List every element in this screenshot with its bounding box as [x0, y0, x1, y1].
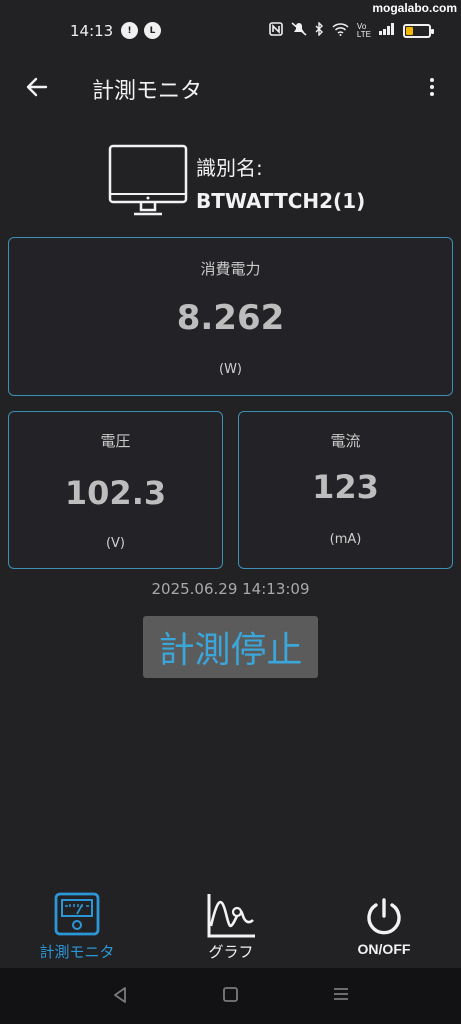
power-icon [367, 898, 401, 935]
watermark: mogalabo.com [372, 1, 457, 15]
monitor-icon [108, 144, 188, 216]
current-card: 電流 123 (mA) [238, 411, 453, 569]
current-value: 123 [312, 468, 379, 506]
nav-graph[interactable]: グラフ [166, 884, 296, 968]
voltage-unit: (V) [105, 536, 126, 551]
nav-monitor[interactable]: 計測モニタ [12, 884, 142, 968]
wifi-icon [332, 22, 349, 40]
power-value: 8.262 [176, 298, 285, 338]
signal-icon [379, 23, 395, 39]
nav-monitor-label: 計測モニタ [39, 943, 115, 961]
status-time: 14:13 [70, 22, 114, 40]
page-title: 計測モニタ [92, 79, 203, 104]
nav-onoff[interactable]: ON/OFF [319, 884, 449, 968]
current-unit: (mA) [329, 532, 362, 547]
current-label: 電流 [330, 432, 361, 450]
back-button[interactable] [20, 70, 54, 104]
line-icon: L [144, 22, 161, 39]
voltage-label: 電圧 [100, 432, 131, 450]
voltage-card: 電圧 102.3 (V) [8, 411, 223, 569]
nav-onoff-label: ON/OFF [357, 941, 411, 957]
volte-icon: Vo LTE [356, 22, 371, 39]
power-label: 消費電力 [200, 260, 261, 278]
bluetooth-icon [315, 21, 324, 40]
device-name: BTWATTCH2(1) [196, 189, 366, 213]
battery-icon [403, 24, 434, 38]
battery-level [406, 27, 413, 35]
nfc-icon [269, 22, 283, 40]
stop-measurement-button[interactable]: 計測停止 [143, 616, 318, 678]
mute-icon [291, 22, 307, 40]
system-nav-bar [0, 968, 461, 1024]
device-info: 識別名: BTWATTCH2(1) [108, 142, 408, 222]
notification-icon: ! [121, 22, 138, 39]
device-label: 識別名: [196, 156, 263, 180]
more-vertical-icon [430, 78, 434, 82]
recents-icon[interactable] [332, 986, 350, 1002]
nav-graph-label: グラフ [208, 943, 254, 961]
bottom-nav: 計測モニタ グラフ ON/OFF [0, 884, 461, 968]
status-bar: 14:13 ! L Vo LTE mogalabo.com [0, 0, 461, 62]
voltage-value: 102.3 [64, 474, 167, 512]
graph-icon [207, 894, 255, 938]
measurement-timestamp: 2025.06.29 14:13:09 [151, 580, 310, 598]
power-card: 消費電力 8.262 (W) [8, 237, 453, 396]
power-unit: (W) [219, 362, 242, 377]
meter-icon [54, 892, 100, 936]
back-triangle-icon[interactable] [112, 986, 128, 1004]
arrow-left-icon [26, 77, 48, 97]
home-square-icon[interactable] [222, 986, 239, 1003]
app-bar: 計測モニタ [0, 62, 461, 116]
more-options-button[interactable] [417, 72, 447, 102]
